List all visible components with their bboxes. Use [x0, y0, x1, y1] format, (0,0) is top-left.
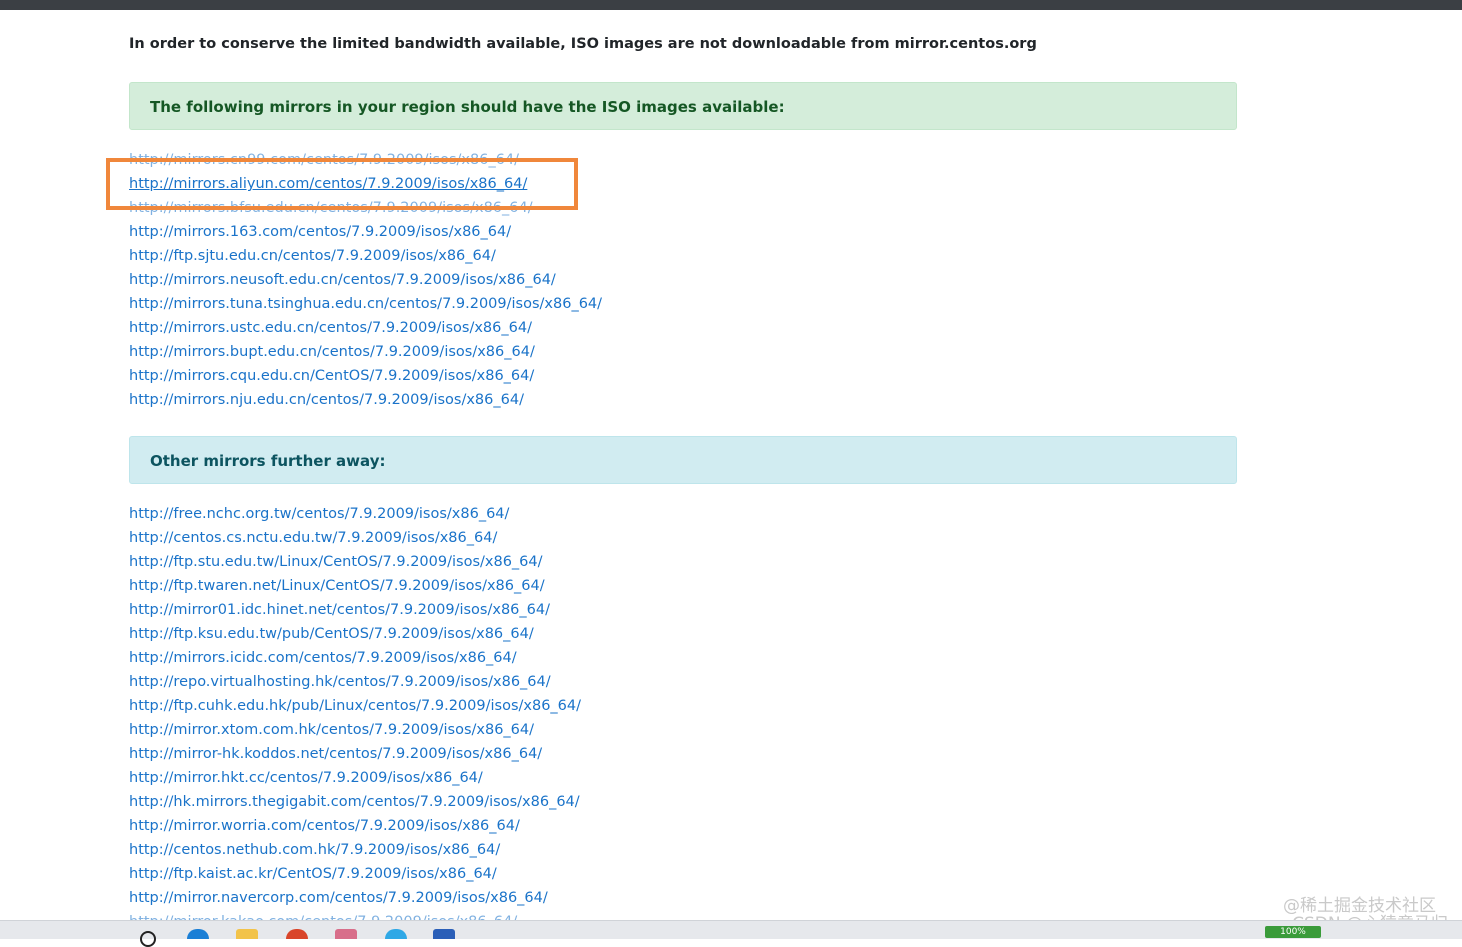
mirror-link-aliyun[interactable]: http://mirrors.aliyun.com/centos/7.9.200… — [129, 176, 527, 192]
list-item: http://repo.virtualhosting.hk/centos/7.9… — [129, 670, 581, 694]
list-item: http://mirror-hk.koddos.net/centos/7.9.2… — [129, 742, 581, 766]
list-item: http://ftp.stu.edu.tw/Linux/CentOS/7.9.2… — [129, 550, 581, 574]
mirror-link[interactable]: http://ftp.kaist.ac.kr/CentOS/7.9.2009/i… — [129, 866, 497, 882]
mirror-link[interactable]: http://mirror.hkt.cc/centos/7.9.2009/iso… — [129, 770, 483, 786]
mirror-link[interactable]: http://mirrors.cqu.edu.cn/CentOS/7.9.200… — [129, 368, 534, 384]
mirror-link[interactable]: http://mirrors.nju.edu.cn/centos/7.9.200… — [129, 392, 524, 408]
list-item: http://hk.mirrors.thegigabit.com/centos/… — [129, 790, 581, 814]
list-item: http://mirrors.bfsu.edu.cn/centos/7.9.20… — [129, 196, 602, 220]
mirror-link[interactable]: http://mirror.navercorp.com/centos/7.9.2… — [129, 890, 548, 906]
list-item: http://mirror.navercorp.com/centos/7.9.2… — [129, 886, 581, 910]
mirror-link[interactable]: http://mirrors.cn99.com/centos/7.9.2009/… — [129, 152, 519, 168]
mirror-link[interactable]: http://ftp.ksu.edu.tw/pub/CentOS/7.9.200… — [129, 626, 534, 642]
list-item: http://mirror.xtom.com.hk/centos/7.9.200… — [129, 718, 581, 742]
mirror-link[interactable]: http://mirror-hk.koddos.net/centos/7.9.2… — [129, 746, 542, 762]
list-item: http://ftp.sjtu.edu.cn/centos/7.9.2009/i… — [129, 244, 602, 268]
list-item: http://free.nchc.org.tw/centos/7.9.2009/… — [129, 502, 581, 526]
mirror-link[interactable]: http://ftp.sjtu.edu.cn/centos/7.9.2009/i… — [129, 248, 496, 264]
mirror-link[interactable]: http://mirrors.icidc.com/centos/7.9.2009… — [129, 650, 517, 666]
mirror-link[interactable]: http://ftp.cuhk.edu.hk/pub/Linux/centos/… — [129, 698, 581, 714]
list-item: http://mirror01.idc.hinet.net/centos/7.9… — [129, 598, 581, 622]
list-item: http://mirrors.aliyun.com/centos/7.9.200… — [129, 172, 602, 196]
list-item: http://mirrors.163.com/centos/7.9.2009/i… — [129, 220, 602, 244]
mirror-link[interactable]: http://mirrors.163.com/centos/7.9.2009/i… — [129, 224, 511, 240]
bandwidth-notice: In order to conserve the limited bandwid… — [129, 36, 1037, 52]
mirror-link[interactable]: http://mirrors.bupt.edu.cn/centos/7.9.20… — [129, 344, 535, 360]
other-mirrors-alert: Other mirrors further away: — [129, 436, 1237, 484]
mirror-link[interactable]: http://mirror01.idc.hinet.net/centos/7.9… — [129, 602, 550, 618]
list-item: http://mirrors.bupt.edu.cn/centos/7.9.20… — [129, 340, 602, 364]
battery-indicator[interactable]: 100% — [1265, 926, 1321, 938]
mirror-link[interactable]: http://mirrors.ustc.edu.cn/centos/7.9.20… — [129, 320, 532, 336]
list-item: http://ftp.ksu.edu.tw/pub/CentOS/7.9.200… — [129, 622, 581, 646]
mirror-link[interactable]: http://ftp.stu.edu.tw/Linux/CentOS/7.9.2… — [129, 554, 543, 570]
list-item: http://mirror.worria.com/centos/7.9.2009… — [129, 814, 581, 838]
mirror-link[interactable]: http://repo.virtualhosting.hk/centos/7.9… — [129, 674, 551, 690]
mirror-link[interactable]: http://mirrors.bfsu.edu.cn/centos/7.9.20… — [129, 200, 533, 216]
list-item: http://mirrors.ustc.edu.cn/centos/7.9.20… — [129, 316, 602, 340]
region-mirror-list: http://mirrors.cn99.com/centos/7.9.2009/… — [129, 148, 602, 412]
mirror-link[interactable]: http://mirrors.neusoft.edu.cn/centos/7.9… — [129, 272, 556, 288]
list-item: http://mirrors.tuna.tsinghua.edu.cn/cent… — [129, 292, 602, 316]
mirror-link[interactable]: http://mirror.worria.com/centos/7.9.2009… — [129, 818, 520, 834]
browser-top-bar — [0, 0, 1462, 10]
list-item: http://mirror.hkt.cc/centos/7.9.2009/iso… — [129, 766, 581, 790]
mirror-link[interactable]: http://centos.nethub.com.hk/7.9.2009/iso… — [129, 842, 500, 858]
mirror-link[interactable]: http://ftp.twaren.net/Linux/CentOS/7.9.2… — [129, 578, 545, 594]
list-item: http://mirrors.cqu.edu.cn/CentOS/7.9.200… — [129, 364, 602, 388]
list-item: http://mirrors.icidc.com/centos/7.9.2009… — [129, 646, 581, 670]
other-mirrors-heading: Other mirrors further away: — [150, 452, 386, 470]
windows-taskbar — [0, 920, 1462, 947]
mirror-link[interactable]: http://centos.cs.nctu.edu.tw/7.9.2009/is… — [129, 530, 497, 546]
mirror-link[interactable]: http://mirrors.tuna.tsinghua.edu.cn/cent… — [129, 296, 602, 312]
mirror-link[interactable]: http://hk.mirrors.thegigabit.com/centos/… — [129, 794, 580, 810]
other-mirror-list: http://free.nchc.org.tw/centos/7.9.2009/… — [129, 502, 581, 928]
list-item: http://centos.nethub.com.hk/7.9.2009/iso… — [129, 838, 581, 862]
list-item: http://mirrors.neusoft.edu.cn/centos/7.9… — [129, 268, 602, 292]
region-mirrors-alert: The following mirrors in your region sho… — [129, 82, 1237, 130]
list-item: http://ftp.kaist.ac.kr/CentOS/7.9.2009/i… — [129, 862, 581, 886]
list-item: http://mirrors.cn99.com/centos/7.9.2009/… — [129, 148, 602, 172]
list-item: http://ftp.cuhk.edu.hk/pub/Linux/centos/… — [129, 694, 581, 718]
list-item: http://centos.cs.nctu.edu.tw/7.9.2009/is… — [129, 526, 581, 550]
mirror-link[interactable]: http://mirror.xtom.com.hk/centos/7.9.200… — [129, 722, 534, 738]
search-icon[interactable] — [140, 931, 156, 947]
mirror-link[interactable]: http://free.nchc.org.tw/centos/7.9.2009/… — [129, 506, 509, 522]
list-item: http://mirrors.nju.edu.cn/centos/7.9.200… — [129, 388, 602, 412]
region-mirrors-heading: The following mirrors in your region sho… — [150, 98, 785, 116]
list-item: http://ftp.twaren.net/Linux/CentOS/7.9.2… — [129, 574, 581, 598]
